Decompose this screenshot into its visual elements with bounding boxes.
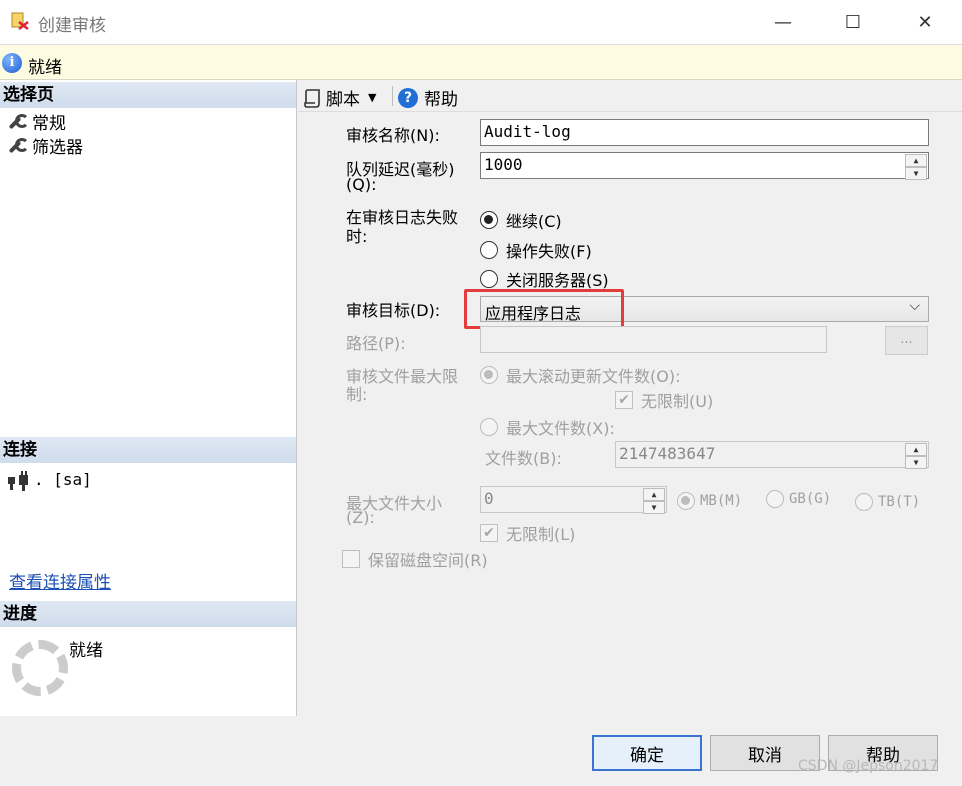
on-failure-label-2: 时: [346, 227, 368, 246]
path-label: 路径(P): [346, 334, 406, 353]
chevron-down-icon: ⌵ [909, 298, 920, 314]
checkbox-box [342, 550, 360, 568]
radio-button [855, 493, 873, 511]
view-connection-properties-link[interactable]: 查看连接属性 [9, 568, 111, 593]
checkbox-label: 保留磁盘空间(R) [368, 551, 488, 570]
reserve-disk-checkbox[interactable]: 保留磁盘空间(R) [342, 547, 488, 571]
radio-unit-tb[interactable]: TB(T) [855, 493, 920, 511]
connection-value: . [sa] [34, 470, 92, 489]
queue-delay-label-2: (Q): [346, 175, 377, 194]
radio-max-rollover[interactable]: 最大滚动更新文件数(O): [480, 363, 680, 387]
toolbar: 脚本 ▼ ? 帮助 [298, 80, 962, 112]
red-highlight-box [464, 289, 624, 329]
radio-button [480, 241, 498, 259]
queue-delay-value: 1000 [484, 155, 523, 174]
nav-item-label: 筛选器 [32, 138, 83, 158]
spin-down-icon[interactable]: ▼ [905, 456, 927, 469]
max-size-label-2: (Z): [346, 508, 375, 527]
browse-button[interactable]: ... [885, 326, 928, 355]
nav-item-label: 常规 [32, 114, 66, 134]
connection-plug-icon [8, 471, 28, 491]
radio-continue[interactable]: 继续(C) [480, 208, 562, 232]
toolbar-divider [392, 86, 393, 106]
radio-label: 最大文件数(X): [506, 419, 615, 438]
audit-target-label: 审核目标(D): [346, 301, 441, 320]
chevron-down-icon: ▼ [368, 91, 377, 104]
radio-max-files[interactable]: 最大文件数(X): [480, 415, 615, 439]
file-count-value: 2147483647 [619, 444, 716, 463]
select-page-header: 选择页 [0, 82, 296, 108]
left-pane: 选择页 常规 筛选器 连接 . [sa] 查看连接属性 进度 就绪 [0, 80, 297, 716]
close-button[interactable]: ✕ [902, 6, 948, 38]
checkbox-label: 无限制(U) [641, 392, 714, 411]
audit-name-label: 审核名称(N): [346, 126, 440, 145]
maximize-button[interactable]: ☐ [830, 6, 876, 38]
status-text: 就绪 [28, 58, 62, 78]
radio-label: 最大滚动更新文件数(O): [506, 367, 681, 386]
progress-header: 进度 [0, 601, 296, 627]
status-strip: i 就绪 [0, 44, 962, 80]
file-count-stepper[interactable]: 2147483647 ▲ ▼ [615, 441, 929, 469]
check-icon: ✔ [615, 391, 633, 409]
spin-up-icon[interactable]: ▲ [905, 443, 927, 456]
radio-shutdown-server[interactable]: 关闭服务器(S) [480, 267, 609, 291]
nav-item-general[interactable]: 常规 [6, 109, 66, 134]
radio-label: 操作失败(F) [506, 242, 592, 261]
radio-label: 关闭服务器(S) [506, 271, 609, 290]
spin-up-icon[interactable]: ▲ [905, 154, 927, 167]
wrench-icon [6, 113, 29, 131]
path-input[interactable] [480, 326, 827, 353]
script-icon [304, 88, 320, 108]
script-button[interactable]: 脚本 ▼ [304, 85, 376, 110]
audit-name-input[interactable]: Audit-log [480, 119, 929, 146]
radio-button [480, 418, 498, 436]
radio-unit-gb[interactable]: GB(G) [766, 490, 831, 508]
radio-unit-mb[interactable]: MB(M) [677, 492, 742, 510]
radio-button [480, 211, 498, 229]
info-icon: i [2, 53, 22, 73]
queue-delay-stepper[interactable]: 1000 ▲ ▼ [480, 152, 929, 180]
title-bar: 创建审核 — ☐ ✕ [0, 0, 962, 44]
radio-label: TB(T) [878, 494, 921, 510]
help-label: 帮助 [424, 90, 458, 110]
watermark: CSDN @Jepson2017 [798, 758, 939, 774]
minimize-button[interactable]: — [760, 6, 806, 38]
unlimited-u-checkbox[interactable]: ✔ 无限制(U) [615, 388, 713, 412]
radio-label: MB(M) [700, 493, 743, 509]
audit-app-icon [11, 12, 29, 30]
unlimited-l-checkbox[interactable]: ✔ 无限制(L) [480, 521, 575, 545]
progress-spinner-icon [12, 640, 68, 696]
spin-down-icon[interactable]: ▼ [905, 167, 927, 180]
radio-button [766, 490, 784, 508]
check-icon: ✔ [480, 524, 498, 542]
radio-button [677, 492, 695, 510]
max-size-stepper[interactable]: 0 ▲ ▼ [480, 486, 667, 514]
script-label: 脚本 [326, 90, 360, 110]
help-toolbar-button[interactable]: ? 帮助 [398, 85, 458, 110]
spin-down-icon[interactable]: ▼ [643, 501, 665, 514]
spin-up-icon[interactable]: ▲ [643, 488, 665, 501]
file-count-label: 文件数(B): [485, 449, 562, 468]
max-size-value: 0 [484, 489, 494, 508]
radio-label: 继续(C) [506, 212, 562, 231]
radio-label: GB(G) [789, 491, 832, 507]
radio-fail-operation[interactable]: 操作失败(F) [480, 238, 592, 262]
progress-text: 就绪 [69, 641, 103, 661]
nav-item-filter[interactable]: 筛选器 [6, 133, 83, 158]
window-title: 创建审核 [38, 16, 106, 36]
radio-button [480, 366, 498, 384]
help-icon: ? [398, 87, 418, 108]
connection-header: 连接 [0, 437, 296, 463]
max-files-label-2: 制: [346, 385, 368, 404]
checkbox-label: 无限制(L) [506, 525, 576, 544]
radio-button [480, 270, 498, 288]
ok-button[interactable]: 确定 [592, 735, 702, 771]
wrench-icon [6, 137, 29, 155]
